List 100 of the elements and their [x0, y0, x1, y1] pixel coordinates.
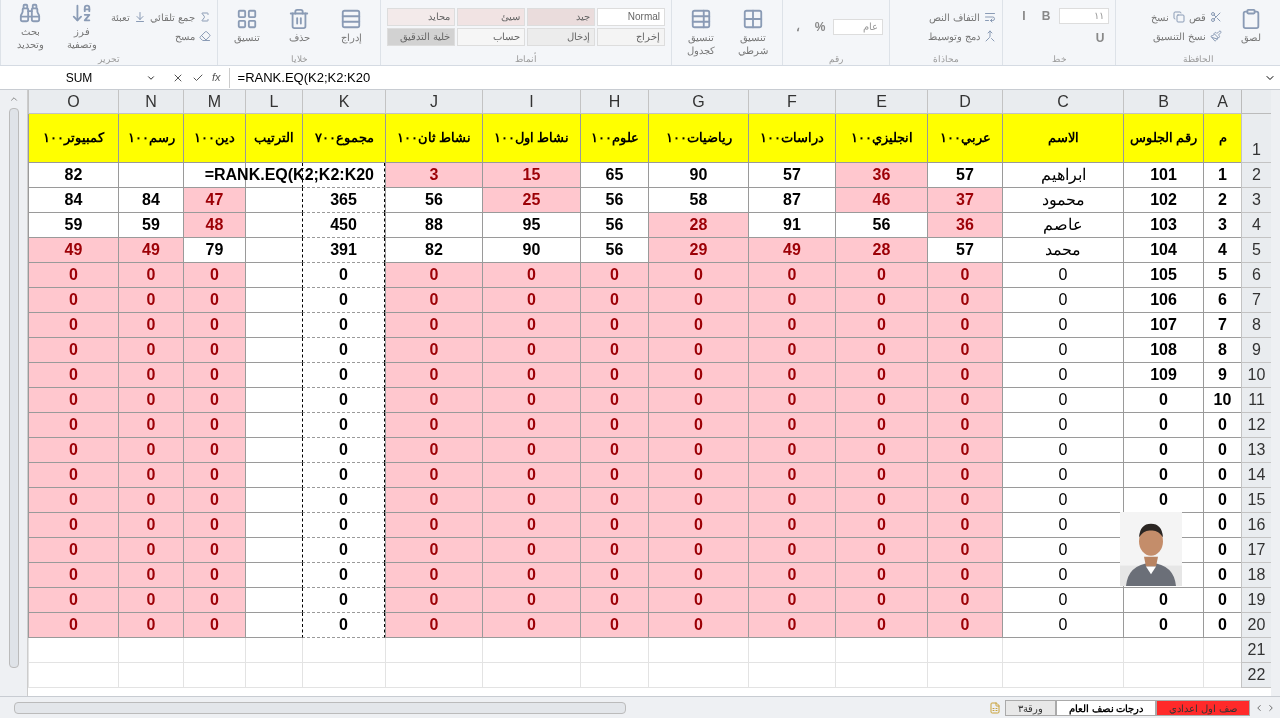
ribbon-button[interactable]: فرز وتصفية	[59, 2, 105, 51]
row-header[interactable]: 1	[1241, 114, 1271, 163]
column-header[interactable]: E	[835, 90, 927, 114]
table-cell: 0	[1002, 488, 1123, 513]
scroll-up-icon[interactable]	[8, 94, 19, 104]
row-header[interactable]: 16	[1241, 513, 1271, 538]
table-cell: 0	[302, 538, 385, 563]
insert-sheet-icon[interactable]	[988, 701, 1001, 714]
row-header[interactable]: 2	[1241, 163, 1271, 188]
ribbon-button[interactable]: تنسيق كجدول	[678, 8, 724, 57]
row-header[interactable]: 22	[1241, 663, 1271, 688]
table-cell: 0	[835, 488, 927, 513]
column-header[interactable]: F	[748, 90, 835, 114]
column-header[interactable]: J	[385, 90, 482, 114]
cell-style[interactable]: محايد	[387, 7, 455, 26]
name-box[interactable]: SUM	[4, 67, 164, 88]
table-cell: 0	[648, 413, 748, 438]
table-cell: 0	[580, 363, 648, 388]
vertical-scrollbar[interactable]	[1271, 90, 1280, 696]
row-header[interactable]: 10	[1241, 363, 1271, 388]
table-cell: 6	[1203, 288, 1241, 313]
table-cell: 0	[482, 313, 580, 338]
row-header[interactable]: 9	[1241, 338, 1271, 363]
table-cell: 0	[927, 613, 1002, 638]
ribbon-button[interactable]: لصق	[1228, 8, 1274, 45]
group-label: محاذاة	[932, 53, 960, 65]
group-label: أنماط	[514, 53, 538, 65]
ribbon-button[interactable]: بحث وتحديد	[7, 2, 53, 51]
row-header[interactable]: 3	[1241, 188, 1271, 213]
table-cell: 0	[748, 588, 835, 613]
column-header[interactable]: L	[245, 90, 302, 114]
table-cell: 0	[385, 313, 482, 338]
select-all-corner[interactable]	[1241, 90, 1271, 114]
cell-style[interactable]: سيئ	[457, 7, 525, 26]
cell-style[interactable]: Normal	[597, 7, 665, 26]
column-header[interactable]: M	[183, 90, 245, 114]
previous-sheet-icon[interactable]	[1254, 702, 1264, 713]
ribbon-button[interactable]: نسخ التنسيق	[1153, 28, 1222, 44]
column-header[interactable]: B	[1123, 90, 1203, 114]
ribbon-button[interactable]: تنسيق شرطي	[730, 8, 776, 57]
ribbon-button[interactable]: التفاف النص	[929, 9, 996, 25]
row-header[interactable]: 18	[1241, 563, 1271, 588]
row-header[interactable]: 5	[1241, 238, 1271, 263]
ribbon-button[interactable]: تنسيق	[224, 8, 270, 45]
row-header[interactable]: 11	[1241, 388, 1271, 413]
row-header[interactable]: 12	[1241, 413, 1271, 438]
table-cell: 0	[183, 538, 245, 563]
table-cell: 0	[748, 438, 835, 463]
row-header[interactable]: 13	[1241, 438, 1271, 463]
sheet-tab[interactable]: ورقة٣	[1004, 699, 1056, 716]
sheet-tab[interactable]: درجات نصف العام	[1055, 699, 1157, 716]
ribbon-button[interactable]: قص	[1189, 9, 1222, 25]
row-header[interactable]: 20	[1241, 613, 1271, 638]
table-cell: 37	[927, 188, 1002, 213]
column-header[interactable]: D	[927, 90, 1002, 114]
column-header[interactable]: O	[28, 90, 118, 114]
table-cell: 0	[28, 513, 118, 538]
column-header[interactable]: A	[1203, 90, 1241, 114]
table-cell: 0	[1203, 588, 1241, 613]
ribbon-button[interactable]: دمج وتوسيط	[928, 28, 996, 44]
column-header[interactable]: H	[580, 90, 648, 114]
cell-style[interactable]: إدخال	[527, 27, 595, 46]
cell-style[interactable]: خلية التدقيق	[387, 27, 455, 46]
ribbon-button[interactable]: تعبئة	[111, 9, 147, 25]
cell-style[interactable]: جيد	[527, 7, 595, 26]
column-header[interactable]: I	[482, 90, 580, 114]
table-cell: 0	[302, 288, 385, 313]
horizontal-scrollbar[interactable]	[14, 701, 626, 714]
row-header[interactable]: 6	[1241, 263, 1271, 288]
column-header[interactable]: K	[302, 90, 385, 114]
ribbon-button[interactable]: إدراج	[328, 8, 374, 45]
row-header[interactable]: 14	[1241, 463, 1271, 488]
insert-function-button[interactable]: fx	[212, 69, 221, 86]
ribbon-icon	[1210, 30, 1222, 42]
row-header[interactable]: 8	[1241, 313, 1271, 338]
row-header[interactable]: 17	[1241, 538, 1271, 563]
column-header[interactable]: G	[648, 90, 748, 114]
formula-field[interactable]: =RANK.EQ(K2;K2:K20	[228, 67, 1264, 88]
table-cell: 2	[1203, 188, 1241, 213]
row-header[interactable]: 19	[1241, 588, 1271, 613]
table-cell: 0	[927, 288, 1002, 313]
cell-style[interactable]: حساب	[457, 27, 525, 46]
row-header[interactable]: 7	[1241, 288, 1271, 313]
table-cell: 59	[118, 213, 183, 238]
column-header[interactable]: N	[118, 90, 183, 114]
row-header[interactable]: 21	[1241, 638, 1271, 663]
next-sheet-icon[interactable]	[1266, 702, 1276, 713]
row-header[interactable]: 15	[1241, 488, 1271, 513]
row-header[interactable]: 4	[1241, 213, 1271, 238]
table-cell: ابراهيم	[1002, 163, 1123, 188]
ribbon-button[interactable]: مسح	[175, 28, 211, 44]
cell-style[interactable]: إخراج	[597, 27, 665, 46]
ribbon-button[interactable]: حذف	[276, 8, 322, 45]
ribbon-icon	[984, 11, 996, 23]
ribbon-button[interactable]: نسخ	[1151, 9, 1185, 25]
column-header[interactable]: C	[1002, 90, 1123, 114]
table-cell	[183, 638, 245, 663]
ribbon-button[interactable]: جمع تلقائي	[150, 9, 211, 25]
scrollbar-thumb[interactable]	[8, 108, 19, 668]
table-cell: 0	[385, 488, 482, 513]
